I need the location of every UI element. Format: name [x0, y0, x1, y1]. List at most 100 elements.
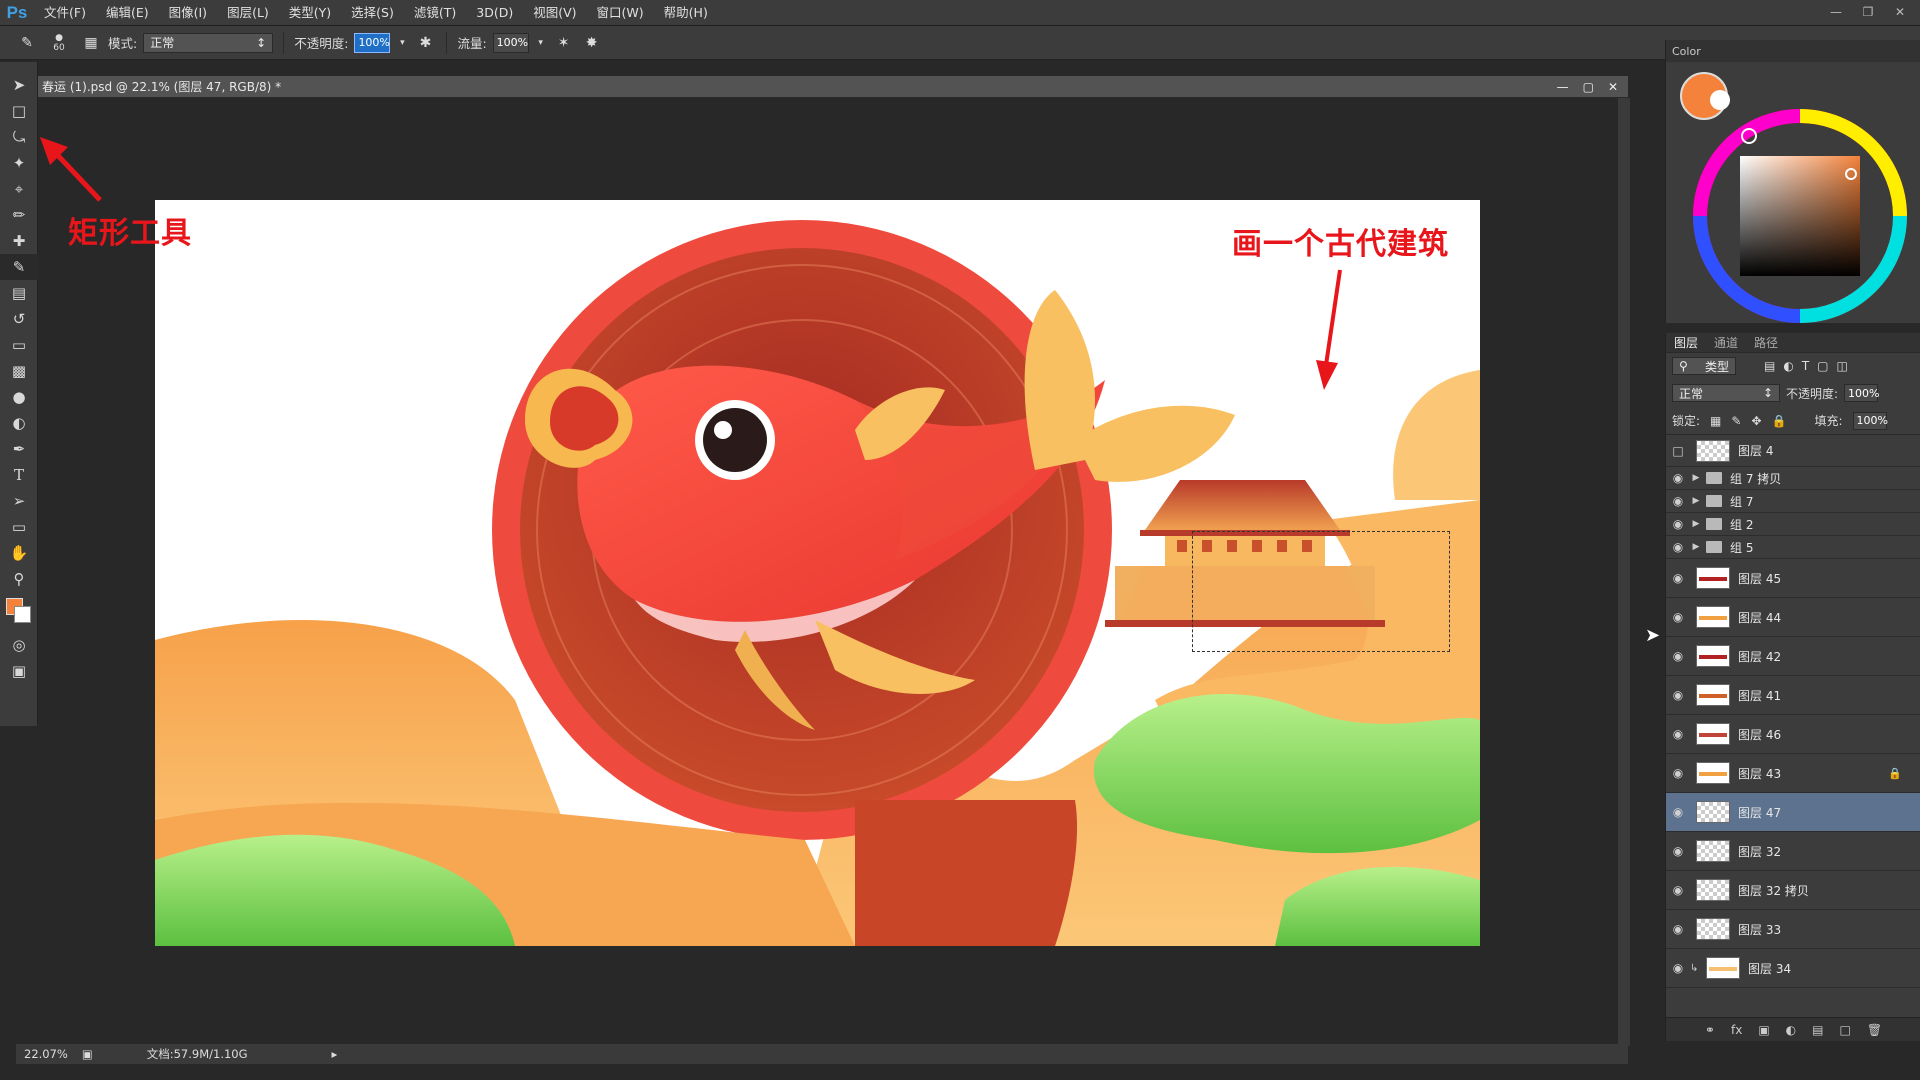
visibility-eye-icon[interactable]: ◉ — [1666, 649, 1690, 663]
layer-row[interactable]: ◉ 图层 45 — [1666, 559, 1920, 598]
screen-mode-icon[interactable]: ▣ — [0, 658, 38, 684]
layer-row[interactable]: ◉ 图层 32 拷贝 — [1666, 871, 1920, 910]
visibility-eye-icon[interactable]: □ — [1666, 444, 1690, 458]
document-scrollbar[interactable] — [1618, 98, 1630, 1046]
lasso-tool-icon[interactable]: ⤿ — [0, 124, 38, 150]
close-icon[interactable]: ✕ — [1886, 3, 1914, 21]
add-mask-icon[interactable]: ▣ — [1758, 1023, 1769, 1037]
menu-item[interactable]: 3D(D) — [466, 0, 523, 26]
menu-item[interactable]: 图层(L) — [217, 0, 279, 26]
lock-position-icon[interactable]: ✥ — [1751, 414, 1761, 428]
menu-item[interactable]: 窗口(W) — [587, 0, 654, 26]
quick-mask-icon[interactable]: ◎ — [0, 632, 38, 658]
visibility-eye-icon[interactable]: ◉ — [1666, 517, 1690, 531]
layer-row[interactable]: ◉ ▶ 组 2 — [1666, 513, 1920, 536]
eraser-tool-icon[interactable]: ▭ — [0, 332, 38, 358]
blend-mode-select[interactable]: 正常 ↕ — [1672, 384, 1780, 402]
expand-group-icon[interactable]: ▶ — [1690, 519, 1702, 529]
menu-item[interactable]: 类型(Y) — [279, 0, 341, 26]
brush-tool-preset-icon[interactable]: ✎ — [16, 32, 38, 54]
status-arrow-icon[interactable]: ▸ — [332, 1047, 338, 1061]
filter-type-icon[interactable]: T — [1802, 359, 1809, 373]
doc-maximize-icon[interactable]: ▢ — [1583, 80, 1594, 94]
delete-layer-icon[interactable]: 🗑 — [1867, 1023, 1882, 1037]
mode-select[interactable]: 正常 ↕ — [143, 32, 274, 53]
menu-item[interactable]: 图像(I) — [159, 0, 217, 26]
visibility-eye-icon[interactable]: ◉ — [1666, 883, 1690, 897]
filter-smart-icon[interactable]: ◫ — [1837, 359, 1848, 373]
airbrush-icon[interactable]: ✶ — [553, 32, 575, 54]
lock-all-icon[interactable]: 🔒 — [1772, 414, 1787, 428]
flow-input[interactable]: 100% — [492, 32, 529, 53]
doc-close-icon[interactable]: ✕ — [1608, 80, 1618, 94]
layer-row[interactable]: ◉ 图层 44 — [1666, 598, 1920, 637]
visibility-eye-icon[interactable]: ◉ — [1666, 610, 1690, 624]
doc-minimize-icon[interactable]: — — [1557, 80, 1569, 94]
magic-wand-tool-icon[interactable]: ✦ — [0, 150, 38, 176]
brush-size-picker[interactable]: ● 60 — [44, 32, 74, 54]
visibility-eye-icon[interactable]: ◉ — [1666, 727, 1690, 741]
layer-row[interactable]: ◉ 图层 33 — [1666, 910, 1920, 949]
rectangular-marquee-tool-icon[interactable]: □ — [0, 98, 38, 124]
menu-item[interactable]: 帮助(H) — [654, 0, 718, 26]
visibility-eye-icon[interactable]: ◉ — [1666, 471, 1690, 485]
layer-row[interactable]: ◉ 图层 41 — [1666, 676, 1920, 715]
clone-stamp-tool-icon[interactable]: ▤ — [0, 280, 38, 306]
layer-row[interactable]: ◉ 图层 46 — [1666, 715, 1920, 754]
fx-icon[interactable]: fx — [1731, 1023, 1742, 1037]
zoom-tool-icon[interactable]: ⚲ — [0, 566, 38, 592]
type-tool-icon[interactable]: T — [0, 462, 38, 488]
layer-row[interactable]: ◉ ▶ 组 7 — [1666, 490, 1920, 513]
visibility-eye-icon[interactable]: ◉ — [1666, 922, 1690, 936]
filter-pixel-icon[interactable]: ▤ — [1764, 359, 1775, 373]
new-layer-icon[interactable]: □ — [1839, 1023, 1850, 1037]
filter-adjustment-icon[interactable]: ◐ — [1783, 359, 1793, 373]
menu-item[interactable]: 视图(V) — [523, 0, 586, 26]
visibility-eye-icon[interactable]: ◉ — [1666, 540, 1690, 554]
brush-panel-toggle-icon[interactable]: ▦ — [80, 32, 102, 54]
visibility-eye-icon[interactable]: ◉ — [1666, 844, 1690, 858]
visibility-eye-icon[interactable]: ◉ — [1666, 766, 1690, 780]
layer-row[interactable]: ◉ ▶ 组 7 拷贝 — [1666, 467, 1920, 490]
fill-input[interactable]: 100% — [1852, 411, 1888, 430]
visibility-eye-icon[interactable]: ◉ — [1666, 571, 1690, 585]
new-group-icon[interactable]: ▤ — [1812, 1023, 1823, 1037]
opacity-input[interactable]: 100% — [354, 32, 391, 53]
pressure-size-icon[interactable]: ✸ — [581, 32, 603, 54]
visibility-eye-icon[interactable]: ◉ — [1666, 688, 1690, 702]
path-selection-tool-icon[interactable]: ➢ — [0, 488, 38, 514]
shape-tool-icon[interactable]: ▭ — [0, 514, 38, 540]
layer-opacity-input[interactable]: 100% — [1844, 384, 1880, 402]
panel-tab[interactable]: 通道 — [1714, 334, 1738, 351]
link-layers-icon[interactable]: ⚭ — [1705, 1023, 1715, 1037]
adjustment-layer-icon[interactable]: ◐ — [1786, 1023, 1796, 1037]
document-tab[interactable]: 春运 (1).psd @ 22.1% (图层 47, RGB/8) * — ▢ … — [38, 76, 1628, 98]
layer-row[interactable]: ◉ 图层 42 — [1666, 637, 1920, 676]
crop-tool-icon[interactable]: ⌖ — [0, 176, 38, 202]
move-tool-icon[interactable]: ➤ — [0, 72, 38, 98]
layer-row[interactable]: ◉ ↳ 图层 34 — [1666, 949, 1920, 988]
pressure-opacity-icon[interactable]: ✱ — [414, 32, 436, 54]
layer-row[interactable]: ◉ 图层 32 — [1666, 832, 1920, 871]
lock-transparency-icon[interactable]: ▦ — [1710, 414, 1721, 428]
color-swatches[interactable] — [0, 592, 38, 632]
hand-tool-icon[interactable]: ✋ — [0, 540, 38, 566]
layer-filter-select[interactable]: ⚲ 类型 — [1672, 357, 1736, 375]
visibility-eye-icon[interactable]: ◉ — [1666, 805, 1690, 819]
canvas[interactable] — [155, 200, 1480, 946]
marquee-selection[interactable] — [1192, 531, 1450, 652]
visibility-eye-icon[interactable]: ◉ — [1666, 494, 1690, 508]
healing-brush-tool-icon[interactable]: ✚ — [0, 228, 38, 254]
layer-row[interactable]: ◉ ▶ 组 5 — [1666, 536, 1920, 559]
layer-row[interactable]: ◉ 图层 43 🔒 — [1666, 754, 1920, 793]
background-color-swatch[interactable] — [14, 606, 31, 623]
history-brush-tool-icon[interactable]: ↺ — [0, 306, 38, 332]
menu-item[interactable]: 选择(S) — [341, 0, 404, 26]
panel-tab[interactable]: 路径 — [1754, 334, 1778, 351]
blur-tool-icon[interactable]: ● — [0, 384, 38, 410]
filter-shape-icon[interactable]: ▢ — [1817, 359, 1828, 373]
expand-group-icon[interactable]: ▶ — [1690, 473, 1702, 483]
menu-item[interactable]: 文件(F) — [34, 0, 96, 26]
opacity-dropdown-icon[interactable]: ▾ — [396, 32, 408, 54]
expand-group-icon[interactable]: ▶ — [1690, 496, 1702, 506]
